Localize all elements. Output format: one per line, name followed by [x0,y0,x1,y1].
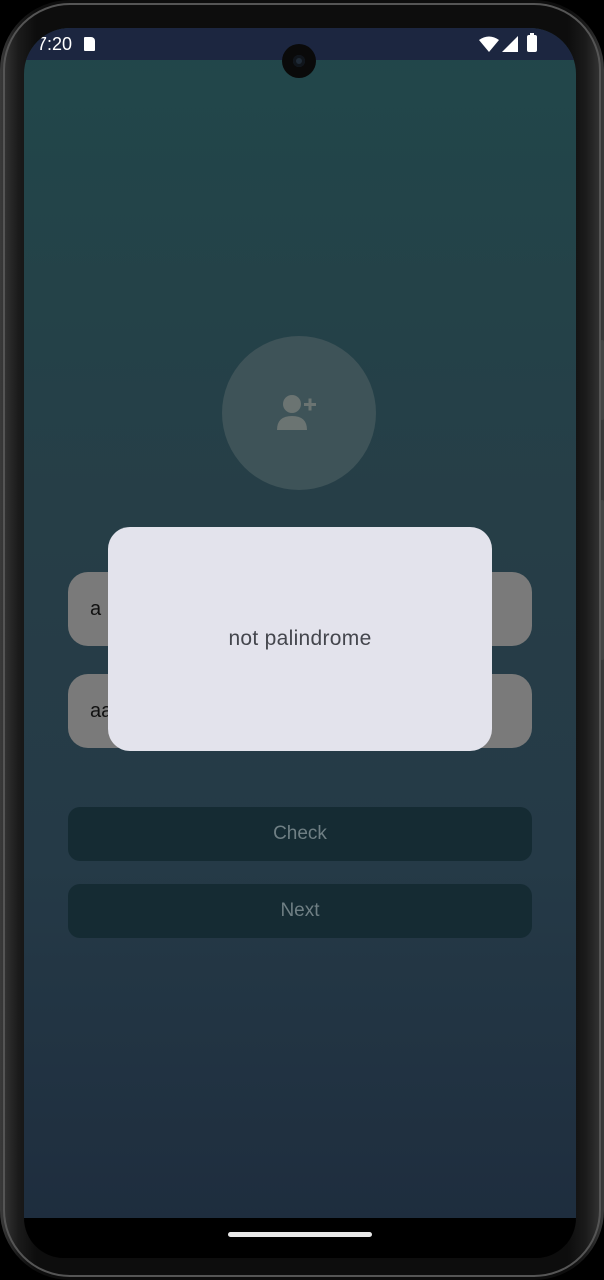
status-time: 7:20 [37,34,73,54]
check-button[interactable]: Check [68,807,532,861]
app-content: a aa Check Next not palindrome [24,60,576,1220]
volume-button [600,340,604,420]
battery-icon [527,33,537,52]
result-dialog: not palindrome [108,527,492,751]
phone-frame: 7:20 a aa Check Next not palindrome [0,0,604,1280]
home-indicator[interactable] [228,1232,372,1237]
add-user-icon [277,395,316,430]
dialog-message: not palindrome [228,627,372,650]
front-camera [282,44,316,78]
sd-card-icon [84,37,95,51]
screen: 7:20 a aa Check Next not palindrome [24,28,576,1220]
wifi-icon [479,36,499,52]
signal-icon [502,36,518,52]
avatar-picker[interactable] [222,336,376,490]
power-button [600,500,604,660]
next-button[interactable]: Next [68,884,532,938]
nav-bar [24,1218,576,1258]
